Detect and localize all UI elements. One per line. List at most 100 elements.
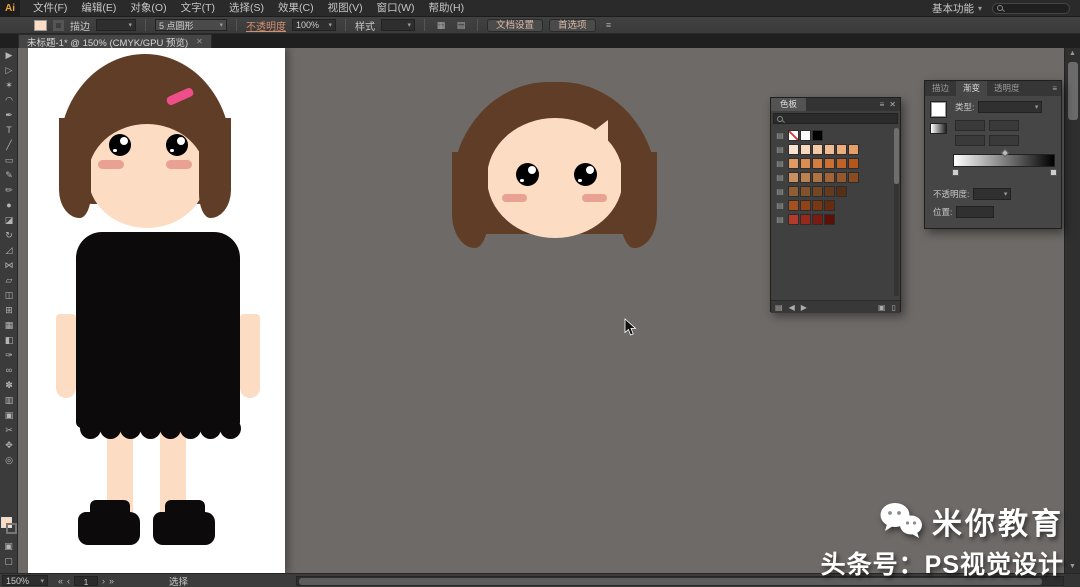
dress-scallop[interactable] bbox=[160, 418, 181, 439]
app-logo-icon[interactable]: Ai bbox=[0, 0, 20, 17]
gradient-angle-field[interactable] bbox=[955, 135, 985, 146]
swatch-chip[interactable] bbox=[812, 130, 823, 141]
panel-tab[interactable]: 描边 bbox=[925, 81, 956, 96]
girl-arm-right[interactable] bbox=[240, 314, 260, 398]
line-segment-tool[interactable]: ╱ bbox=[0, 138, 18, 153]
swatch-group-icon[interactable]: ▤ bbox=[774, 173, 786, 182]
pen-tool[interactable]: ✒ bbox=[0, 108, 18, 123]
swatch-chip[interactable] bbox=[788, 130, 799, 141]
head-drawing-hair-lock-right[interactable] bbox=[621, 152, 657, 248]
next-icon[interactable]: ▶ bbox=[801, 303, 807, 312]
panel-menu-icon[interactable]: ≡ bbox=[1052, 84, 1061, 93]
swatch-scrollbar[interactable] bbox=[894, 128, 899, 296]
gradient-tool[interactable]: ◧ bbox=[0, 333, 18, 348]
swatch-group-icon[interactable]: ▤ bbox=[774, 131, 786, 140]
swatch-chip[interactable] bbox=[788, 158, 799, 169]
blend-tool[interactable]: ∞ bbox=[0, 363, 18, 378]
menu-item[interactable]: 效果(C) bbox=[271, 0, 321, 17]
swatch-chip[interactable] bbox=[800, 172, 811, 183]
head-drawing-eye-right[interactable] bbox=[574, 163, 597, 186]
fill-color-chip[interactable] bbox=[34, 20, 47, 31]
artboard-tool[interactable]: ▣ bbox=[0, 408, 18, 423]
rotate-tool[interactable]: ↻ bbox=[0, 228, 18, 243]
swatches-panel-header[interactable]: 色板 ≡ ✕ bbox=[771, 98, 900, 111]
swatch-chip[interactable] bbox=[800, 200, 811, 211]
vertical-scrollbar[interactable]: ▲ ▼ bbox=[1064, 48, 1080, 573]
swatch-chip[interactable] bbox=[812, 144, 823, 155]
eraser-tool[interactable]: ◪ bbox=[0, 213, 18, 228]
selection-tool[interactable]: ▶ bbox=[0, 48, 18, 63]
lasso-tool[interactable]: ◠ bbox=[0, 93, 18, 108]
menu-item[interactable]: 窗口(W) bbox=[370, 0, 422, 17]
scrollbar-thumb[interactable] bbox=[894, 128, 899, 184]
free-transform-tool[interactable]: ▱ bbox=[0, 273, 18, 288]
dress-scallop[interactable] bbox=[140, 418, 161, 439]
swatch-chip[interactable] bbox=[788, 172, 799, 183]
swatch-group-icon[interactable]: ▤ bbox=[774, 145, 786, 154]
girl-hair-lock-right[interactable] bbox=[199, 118, 231, 218]
zoom-tool[interactable]: ◎ bbox=[0, 453, 18, 468]
menu-item[interactable]: 文字(T) bbox=[174, 0, 222, 17]
dress-scallop[interactable] bbox=[80, 418, 101, 439]
girl-blush-left[interactable] bbox=[98, 160, 124, 169]
style-select[interactable]: ▾ bbox=[381, 19, 415, 31]
slice-tool[interactable]: ✂ bbox=[0, 423, 18, 438]
swatch-chip[interactable] bbox=[848, 144, 859, 155]
panel-tab[interactable]: 透明度 bbox=[987, 81, 1027, 96]
swatch-chip[interactable] bbox=[824, 144, 835, 155]
girl-shoe-left[interactable] bbox=[78, 512, 140, 545]
menu-item[interactable]: 编辑(E) bbox=[74, 0, 123, 17]
resize-grip[interactable] bbox=[1064, 574, 1080, 587]
menu-item[interactable]: 对象(O) bbox=[123, 0, 173, 17]
perspective-grid-tool[interactable]: ⊞ bbox=[0, 303, 18, 318]
zoom-level-select[interactable]: 150% ▾ bbox=[2, 575, 48, 586]
swatch-chip[interactable] bbox=[800, 130, 811, 141]
swatch-chip[interactable] bbox=[812, 158, 823, 169]
girl-shoe-right[interactable] bbox=[153, 512, 215, 545]
new-swatch-icon[interactable]: ▣ bbox=[878, 303, 886, 312]
swatch-chip[interactable] bbox=[836, 172, 847, 183]
swatch-chip[interactable] bbox=[824, 200, 835, 211]
gradient-stop-left[interactable] bbox=[952, 169, 959, 176]
magic-wand-tool[interactable]: ✶ bbox=[0, 78, 18, 93]
swatch-chip[interactable] bbox=[800, 186, 811, 197]
gradient-fill-chip[interactable] bbox=[930, 101, 947, 118]
swatch-chip[interactable] bbox=[788, 144, 799, 155]
dress-scallop[interactable] bbox=[100, 418, 121, 439]
panel-menu-icon[interactable]: ≡ bbox=[602, 20, 616, 30]
pencil-tool[interactable]: ✏ bbox=[0, 183, 18, 198]
document-setup-button[interactable]: 文档设置 bbox=[487, 19, 543, 32]
hand-tool[interactable]: ✥ bbox=[0, 438, 18, 453]
gradient-preview-chip[interactable] bbox=[930, 123, 947, 134]
blob-brush-tool[interactable]: ● bbox=[0, 198, 18, 213]
type-tool[interactable]: T bbox=[0, 123, 18, 138]
swatch-group-icon[interactable]: ▤ bbox=[774, 215, 786, 224]
workspace-switcher[interactable]: 基本功能 ▾ bbox=[932, 1, 982, 16]
gradient-opacity-select[interactable]: ▾ bbox=[973, 188, 1011, 200]
head-drawing-hair-lock-left[interactable] bbox=[452, 152, 488, 248]
symbol-sprayer-tool[interactable]: ✽ bbox=[0, 378, 18, 393]
first-artboard-button[interactable]: « bbox=[58, 576, 63, 586]
girl-eye-right[interactable] bbox=[166, 134, 188, 156]
eyedropper-tool[interactable]: ✑ bbox=[0, 348, 18, 363]
fill-stroke-indicator[interactable] bbox=[0, 517, 18, 535]
horizontal-scrollbar[interactable] bbox=[296, 576, 1064, 586]
stroke-color-chip[interactable] bbox=[53, 20, 64, 31]
swatch-chip[interactable] bbox=[848, 158, 859, 169]
swatch-chip[interactable] bbox=[812, 200, 823, 211]
swatch-group-icon[interactable]: ▤ bbox=[774, 201, 786, 210]
search-box[interactable] bbox=[992, 3, 1070, 14]
width-tool[interactable]: ⋈ bbox=[0, 258, 18, 273]
align-icon[interactable]: ▦ bbox=[434, 20, 448, 31]
stroke-label[interactable]: 描边 bbox=[70, 18, 90, 33]
last-artboard-button[interactable]: » bbox=[109, 576, 114, 586]
draw-normal-mode[interactable]: ▣ bbox=[0, 539, 18, 554]
gradient-aspect-field[interactable] bbox=[989, 135, 1019, 146]
menu-item[interactable]: 帮助(H) bbox=[422, 0, 472, 17]
girl-blush-right[interactable] bbox=[166, 160, 192, 169]
dress-scallop[interactable] bbox=[200, 418, 221, 439]
swatch-search-field[interactable] bbox=[773, 113, 898, 124]
swatch-chip[interactable] bbox=[788, 214, 799, 225]
libraries-icon[interactable]: ▤ bbox=[775, 303, 783, 312]
delete-swatch-icon[interactable]: ▯ bbox=[892, 303, 896, 312]
